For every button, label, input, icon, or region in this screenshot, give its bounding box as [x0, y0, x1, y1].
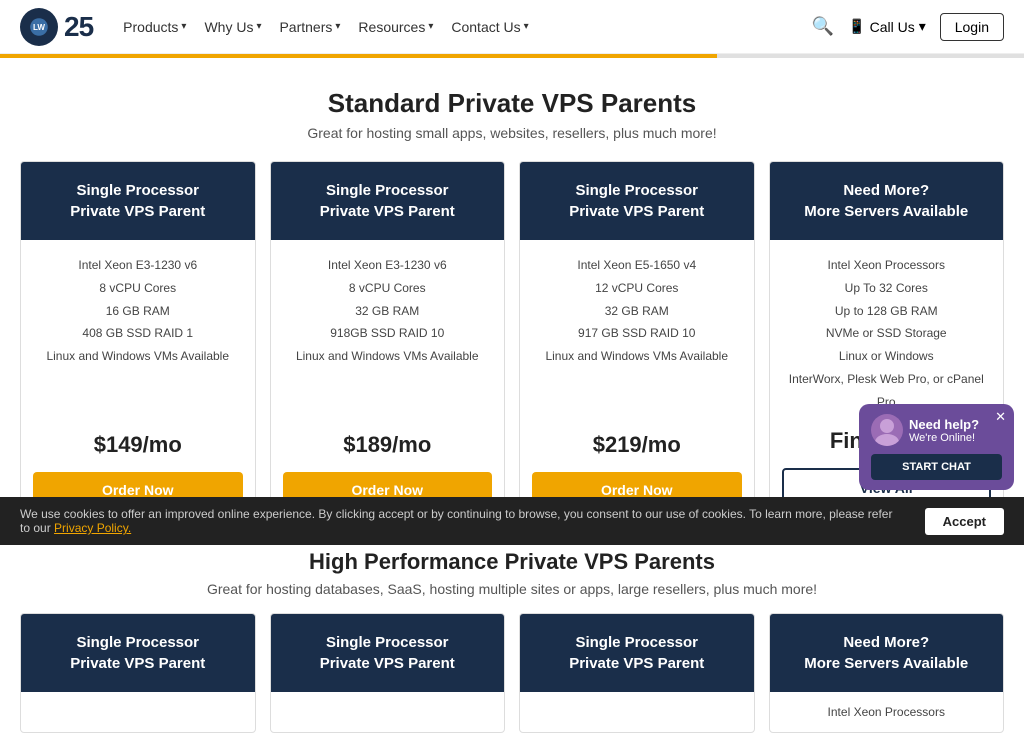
card-2: Single ProcessorPrivate VPS Parent Intel…: [270, 161, 506, 519]
nav-resources[interactable]: Resources ▾: [358, 19, 433, 35]
nav-contact[interactable]: Contact Us ▾: [451, 19, 528, 35]
card-1-header: Single ProcessorPrivate VPS Parent: [21, 162, 255, 240]
logo: LW 25: [20, 8, 93, 46]
card-1: Single ProcessorPrivate VPS Parent Intel…: [20, 161, 256, 519]
section1-subtitle: Great for hosting small apps, websites, …: [20, 125, 1004, 141]
nav-partners[interactable]: Partners ▾: [279, 19, 340, 35]
spec-item: 16 GB RAM: [33, 300, 243, 323]
spec-item: Intel Xeon E3-1230 v6: [33, 254, 243, 277]
spec-item: 32 GB RAM: [283, 300, 493, 323]
card-1-specs: Intel Xeon E3-1230 v6 8 vCPU Cores 16 GB…: [33, 254, 243, 368]
cookie-banner: We use cookies to offer an improved onli…: [0, 497, 1024, 545]
spec-item: 918GB SSD RAID 10: [283, 322, 493, 345]
card-2-price: $189/mo: [283, 432, 493, 458]
chevron-down-icon: ▾: [919, 18, 926, 35]
card2-2-header: Single ProcessorPrivate VPS Parent: [271, 614, 505, 692]
card-2-body: Intel Xeon E3-1230 v6 8 vCPU Cores 32 GB…: [271, 240, 505, 518]
card-3: Single ProcessorPrivate VPS Parent Intel…: [519, 161, 755, 519]
spec-item: 8 vCPU Cores: [283, 277, 493, 300]
card2-3: Single ProcessorPrivate VPS Parent: [519, 613, 755, 733]
chat-start-button[interactable]: START CHAT: [871, 454, 1002, 480]
section2-title: High Performance Private VPS Parents: [20, 549, 1004, 575]
spec-item: 408 GB SSD RAID 1: [33, 322, 243, 345]
privacy-policy-link[interactable]: Privacy Policy.: [54, 521, 131, 535]
card2-1-header: Single ProcessorPrivate VPS Parent: [21, 614, 255, 692]
card-1-price: $149/mo: [33, 432, 243, 458]
card-2-header: Single ProcessorPrivate VPS Parent: [271, 162, 505, 240]
spec-item: 32 GB RAM: [532, 300, 742, 323]
card2-2-body: [271, 692, 505, 712]
chevron-down-icon: ▾: [181, 21, 186, 32]
call-us-button[interactable]: 📱 Call Us ▾: [848, 18, 926, 35]
svg-text:LW: LW: [33, 22, 45, 31]
spec-item: Intel Xeon Processors: [782, 254, 992, 277]
spec-item: 12 vCPU Cores: [532, 277, 742, 300]
navbar: LW 25 Products ▾ Why Us ▾ Partners ▾ Res…: [0, 0, 1024, 54]
card2-1-body: [21, 692, 255, 712]
chat-title: Need help?: [909, 417, 979, 432]
card2-4-header: Need More?More Servers Available: [770, 614, 1004, 692]
section2-header: High Performance Private VPS Parents Gre…: [20, 549, 1004, 597]
chevron-down-icon: ▾: [256, 21, 261, 32]
nav-products[interactable]: Products ▾: [123, 19, 186, 35]
spec-item: Intel Xeon E5-1650 v4: [532, 254, 742, 277]
card2-4: Need More?More Servers Available Intel X…: [769, 613, 1005, 733]
card2-4-body: Intel Xeon Processors: [770, 692, 1004, 732]
section2-subtitle: Great for hosting databases, SaaS, hosti…: [20, 581, 1004, 597]
spec-item: 917 GB SSD RAID 10: [532, 322, 742, 345]
spec-item: Linux and Windows VMs Available: [33, 345, 243, 368]
card-3-specs: Intel Xeon E5-1650 v4 12 vCPU Cores 32 G…: [532, 254, 742, 368]
spec-item: Linux and Windows VMs Available: [283, 345, 493, 368]
spec-item: NVMe or SSD Storage: [782, 322, 992, 345]
spec-item: 8 vCPU Cores: [33, 277, 243, 300]
card2-3-header: Single ProcessorPrivate VPS Parent: [520, 614, 754, 692]
cookie-text: We use cookies to offer an improved onli…: [20, 507, 905, 535]
chevron-down-icon: ▾: [335, 21, 340, 32]
login-button[interactable]: Login: [940, 13, 1004, 41]
card2-2: Single ProcessorPrivate VPS Parent: [270, 613, 506, 733]
spec-item: Linux and Windows VMs Available: [532, 345, 742, 368]
card2-3-body: [520, 692, 754, 712]
card-2-specs: Intel Xeon E3-1230 v6 8 vCPU Cores 32 GB…: [283, 254, 493, 368]
chat-subtitle: We're Online!: [909, 432, 979, 444]
section1-title: Standard Private VPS Parents: [20, 88, 1004, 119]
spec-item: Intel Xeon E3-1230 v6: [283, 254, 493, 277]
search-icon[interactable]: 🔍: [812, 16, 834, 37]
phone-icon: 📱: [848, 18, 865, 35]
high-perf-cards-grid: Single ProcessorPrivate VPS Parent Singl…: [20, 613, 1004, 733]
chat-close-icon[interactable]: ✕: [995, 409, 1006, 425]
spec-item: Up To 32 Cores: [782, 277, 992, 300]
section1-header: Standard Private VPS Parents Great for h…: [20, 88, 1004, 141]
cookie-accept-button[interactable]: Accept: [925, 508, 1004, 535]
chat-widget: ✕ Need help? We're Online! START CHAT: [859, 404, 1014, 490]
spec-item: Up to 128 GB RAM: [782, 300, 992, 323]
card-4-specs: Intel Xeon Processors Up To 32 Cores Up …: [782, 254, 992, 414]
chevron-down-icon: ▾: [524, 21, 529, 32]
card-3-price: $219/mo: [532, 432, 742, 458]
chevron-down-icon: ▾: [428, 21, 433, 32]
logo-25-text: 25: [64, 11, 93, 43]
standard-cards-grid: Single ProcessorPrivate VPS Parent Intel…: [20, 161, 1004, 519]
nav-why-us[interactable]: Why Us ▾: [204, 19, 261, 35]
card-3-body: Intel Xeon E5-1650 v4 12 vCPU Cores 32 G…: [520, 240, 754, 518]
nav-links: Products ▾ Why Us ▾ Partners ▾ Resources…: [123, 19, 812, 35]
spec-item: Linux or Windows: [782, 345, 992, 368]
nav-actions: 🔍 📱 Call Us ▾ Login: [812, 13, 1004, 41]
card-4-header: Need More?More Servers Available: [770, 162, 1004, 240]
card-1-body: Intel Xeon E3-1230 v6 8 vCPU Cores 16 GB…: [21, 240, 255, 518]
card-3-header: Single ProcessorPrivate VPS Parent: [520, 162, 754, 240]
card2-1: Single ProcessorPrivate VPS Parent: [20, 613, 256, 733]
logo-icon: LW: [20, 8, 58, 46]
